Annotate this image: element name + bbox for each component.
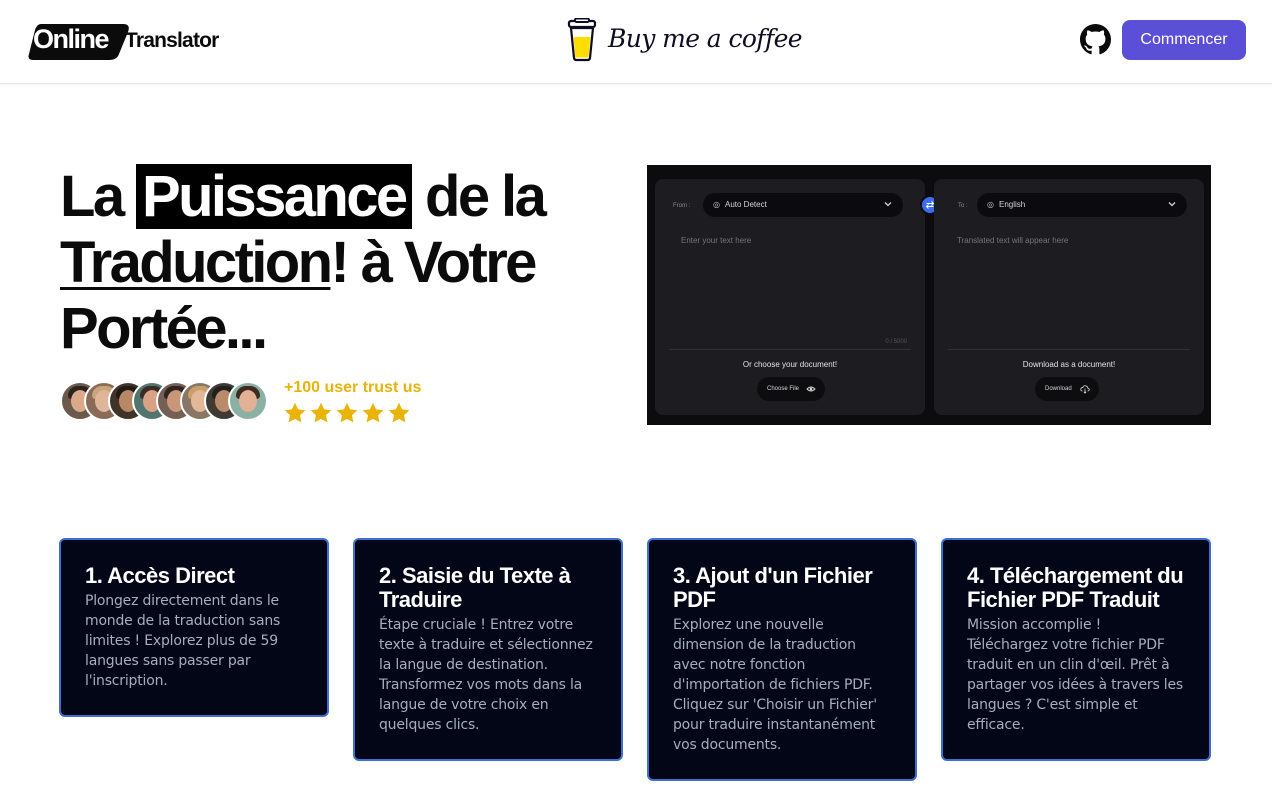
start-button[interactable]: Commencer bbox=[1122, 20, 1246, 60]
divider bbox=[669, 349, 911, 350]
source-language-select[interactable]: ◎ Auto Detect bbox=[703, 193, 903, 217]
step-card-title: 2. Saisie du Texte à Traduire bbox=[379, 563, 571, 612]
user-avatars bbox=[60, 381, 270, 421]
choose-file-button[interactable]: Choose File bbox=[757, 377, 825, 401]
hero-title-part-1: La bbox=[60, 164, 136, 229]
chevron-down-icon bbox=[1168, 202, 1176, 207]
choose-file-label: Choose File bbox=[767, 386, 800, 392]
hero-title-highlight: Puissance bbox=[136, 164, 412, 229]
download-button[interactable]: Download bbox=[1035, 377, 1099, 401]
step-card-title: 3. Ajout d'un Fichier PDF bbox=[673, 563, 873, 612]
hero-title-underline: Traduction bbox=[60, 230, 333, 295]
hero-title-part-3: ! à Votre bbox=[330, 230, 537, 295]
step-card-text: Étape cruciale ! Entrez votre texte à tr… bbox=[379, 617, 593, 733]
step-card-1: 1. Accès Direct Plongez directement dans… bbox=[59, 538, 329, 717]
step-card-4: 4. Téléchargement du Fichier PDF Traduit… bbox=[941, 538, 1211, 761]
target-language-select[interactable]: ◎ English bbox=[977, 193, 1187, 217]
coffee-cup-icon bbox=[567, 18, 597, 62]
source-language-value: Auto Detect bbox=[725, 200, 767, 209]
logo-online-text: Online bbox=[33, 24, 110, 54]
source-text-input[interactable]: Enter your text here bbox=[681, 236, 751, 245]
hero-title-line-1: La Puissance de la bbox=[60, 164, 620, 230]
hero-title: La Puissance de la Traduction! à Votre P… bbox=[60, 164, 620, 362]
hero-title-line-2: Traduction! à Votre bbox=[60, 230, 620, 296]
step-card-2: 2. Saisie du Texte à Traduire Étape cruc… bbox=[353, 538, 623, 761]
hero-title-line-3: Portée... bbox=[60, 296, 620, 362]
star-icon bbox=[284, 402, 306, 423]
globe-icon: ◎ bbox=[987, 200, 994, 209]
source-panel: From : ◎ Auto Detect Enter your text her… bbox=[655, 179, 925, 415]
trust-text: +100 user trust us bbox=[284, 379, 422, 396]
from-label: From : bbox=[673, 203, 691, 209]
avatar bbox=[228, 381, 268, 421]
buy-me-a-coffee-text: Buy me a coffee bbox=[608, 24, 803, 53]
cloud-download-icon bbox=[1080, 385, 1090, 394]
translator-preview: From : ◎ Auto Detect Enter your text her… bbox=[647, 165, 1211, 425]
hero-title-part-2: de la bbox=[411, 164, 547, 229]
hero-title-part-4: Portée... bbox=[60, 296, 268, 361]
site-header: Online Translator Buy me a coffee Commen… bbox=[0, 0, 1272, 84]
step-card-title: 4. Téléchargement du Fichier PDF Traduit bbox=[967, 563, 1184, 612]
site-logo[interactable]: Online Translator bbox=[27, 20, 237, 61]
eye-icon bbox=[806, 386, 816, 392]
rating-stars bbox=[283, 401, 423, 427]
step-card-text: Explorez une nouvelle dimension de la tr… bbox=[673, 617, 877, 753]
star-icon bbox=[362, 402, 384, 423]
divider bbox=[948, 349, 1190, 350]
star-icon bbox=[388, 402, 410, 423]
download-document-text: Download as a document! bbox=[1022, 360, 1116, 369]
step-card-title: 1. Accès Direct bbox=[85, 563, 235, 588]
to-label: To : bbox=[958, 203, 968, 209]
target-language-value: English bbox=[999, 200, 1026, 209]
download-label: Download bbox=[1045, 386, 1072, 392]
character-count: 0 / 5000 bbox=[885, 339, 907, 345]
buy-me-a-coffee-link[interactable]: Buy me a coffee bbox=[566, 18, 803, 62]
github-link[interactable] bbox=[1080, 24, 1111, 55]
logo-translator-text: Translator bbox=[125, 29, 219, 52]
step-card-3: 3. Ajout d'un Fichier PDF Explorez une n… bbox=[647, 538, 917, 781]
star-icon bbox=[310, 402, 332, 423]
choose-document-text: Or choose your document! bbox=[742, 360, 838, 369]
translated-text-output: Translated text will appear here bbox=[957, 236, 1069, 245]
star-icon bbox=[336, 402, 358, 423]
step-card-text: Plongez directement dans le monde de la … bbox=[85, 593, 281, 689]
target-panel: To : ◎ English Translated text will appe… bbox=[934, 179, 1204, 415]
chevron-down-icon bbox=[884, 202, 892, 207]
step-card-text: Mission accomplie ! Téléchargez votre fi… bbox=[967, 617, 1183, 733]
github-icon bbox=[1080, 24, 1111, 55]
globe-icon: ◎ bbox=[713, 200, 720, 209]
